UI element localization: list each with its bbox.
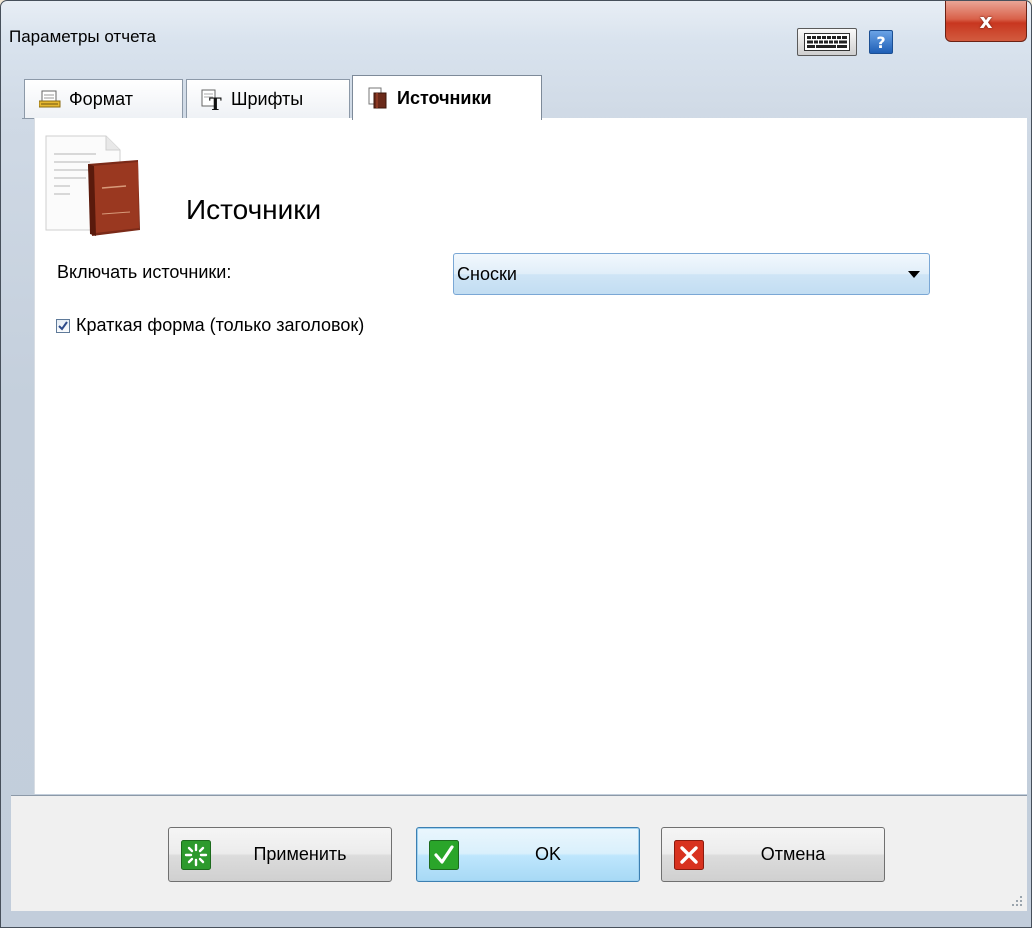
include-sources-select[interactable]: Сноски — [453, 253, 930, 295]
sources-book-icon — [40, 130, 150, 240]
include-sources-value: Сноски — [457, 263, 517, 284]
short-form-checkbox[interactable] — [56, 318, 70, 333]
help-icon: ? — [876, 32, 886, 52]
cancel-button-label: Отмена — [760, 844, 826, 864]
tab-sources[interactable]: Источники — [352, 75, 542, 120]
help-button[interactable]: ? — [869, 30, 893, 54]
title-bar[interactable]: Параметры отчета ? x — [1, 1, 1031, 73]
window-title: Параметры отчета — [9, 27, 157, 46]
apply-icon — [181, 840, 211, 870]
sources-icon — [367, 87, 389, 109]
short-form-option[interactable]: Краткая форма (только заголовок) — [56, 315, 364, 336]
tab-format[interactable]: Формат — [24, 79, 183, 119]
tab-format-label: Формат — [69, 89, 133, 109]
sources-panel: Источники Включать источники: Сноски Кра… — [34, 118, 1027, 794]
apply-button[interactable]: Применить — [168, 827, 392, 882]
ok-button-label: OK — [534, 844, 561, 864]
close-button[interactable]: x — [945, 1, 1027, 42]
resize-grip-icon[interactable] — [1011, 895, 1023, 907]
ok-button[interactable]: OK — [416, 827, 640, 882]
chevron-down-icon — [908, 270, 920, 278]
format-icon — [39, 90, 61, 110]
short-form-label: Краткая форма (только заголовок) — [76, 315, 365, 335]
apply-button-label: Применить — [253, 844, 347, 864]
keyboard-button[interactable] — [797, 28, 857, 56]
tab-strip: Формат T Шрифты Источники — [22, 75, 1027, 120]
keyboard-icon — [804, 33, 850, 51]
checkmark-icon — [58, 320, 68, 331]
tab-sources-label: Источники — [397, 87, 492, 108]
report-settings-window: Параметры отчета ? x Формат T Шрифты Ист… — [0, 0, 1032, 928]
tab-fonts[interactable]: T Шрифты — [186, 79, 350, 119]
close-icon: x — [979, 9, 993, 33]
dialog-footer: Применить OK Отмена — [11, 795, 1027, 911]
tab-fonts-label: Шрифты — [231, 89, 304, 109]
font-icon: T — [201, 89, 223, 111]
checkmark-icon — [429, 840, 459, 870]
section-title: Источники — [186, 194, 322, 225]
cancel-button[interactable]: Отмена — [661, 827, 885, 882]
include-sources-label: Включать источники: — [57, 262, 232, 282]
svg-text:T: T — [209, 95, 222, 111]
cancel-icon — [674, 840, 704, 870]
